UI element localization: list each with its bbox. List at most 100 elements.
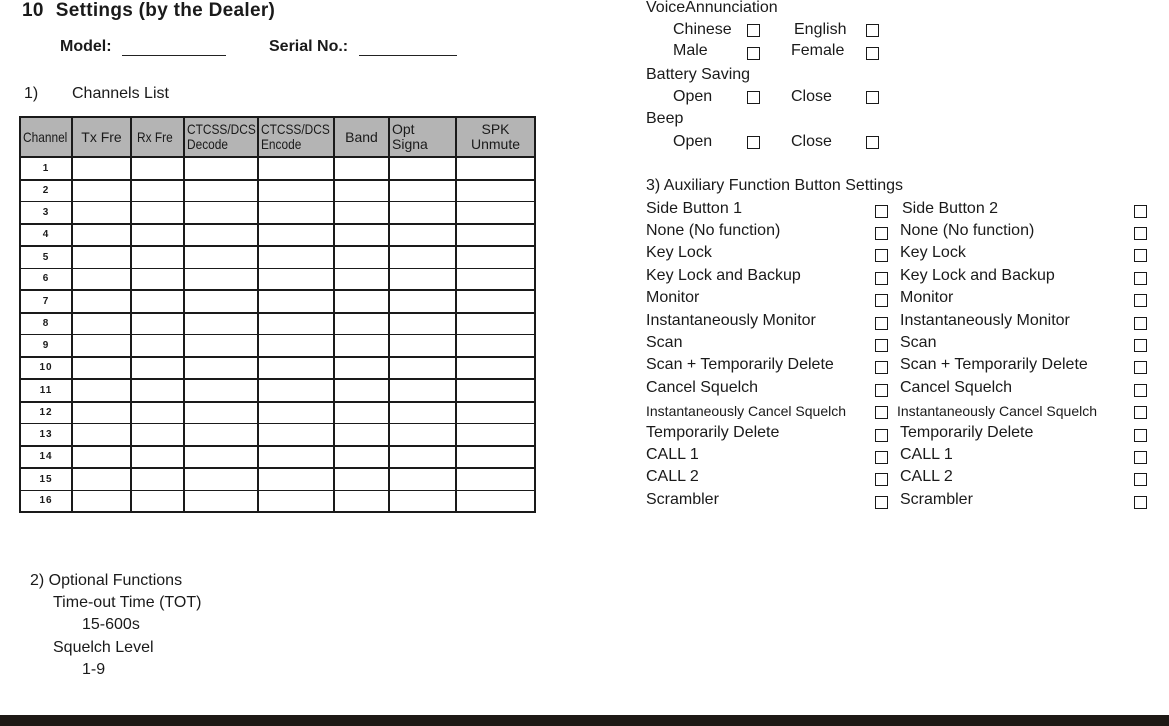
table-cell[interactable] [71,245,132,268]
table-cell[interactable] [183,423,259,446]
table-cell[interactable] [71,400,132,424]
table-cell[interactable] [183,156,259,180]
table-cell[interactable] [130,489,185,513]
side-button-2-checkbox[interactable] [1134,205,1147,218]
side2-function-checkbox[interactable] [1134,451,1147,464]
table-cell[interactable] [257,267,335,290]
table-cell[interactable] [130,400,185,424]
table-cell[interactable] [455,489,536,513]
table-cell[interactable] [130,444,185,468]
table-cell[interactable] [333,334,390,357]
side2-function-checkbox[interactable] [1134,316,1147,330]
side2-function-checkbox[interactable] [1134,428,1147,442]
table-cell[interactable] [388,201,457,224]
table-cell[interactable] [333,423,390,446]
table-cell[interactable] [455,178,536,202]
table-cell[interactable] [455,245,536,268]
table-cell[interactable] [71,156,132,180]
side2-function-checkbox[interactable] [1134,227,1147,240]
table-cell[interactable] [130,201,185,224]
table-cell[interactable] [71,444,132,468]
table-cell[interactable] [455,311,536,335]
table-cell[interactable] [257,201,335,224]
table-cell[interactable] [71,267,132,290]
table-cell[interactable] [333,355,390,379]
table-cell[interactable] [183,355,259,379]
table-cell[interactable] [388,289,457,313]
table-cell[interactable] [455,423,536,446]
table-cell[interactable] [455,222,536,246]
table-cell[interactable] [183,267,259,290]
table-cell[interactable] [183,201,259,224]
battery-open-checkbox[interactable] [747,91,760,104]
table-cell[interactable] [130,267,185,290]
side2-function-checkbox[interactable] [1134,406,1147,420]
side1-function-checkbox[interactable] [875,316,888,330]
table-cell[interactable] [257,400,335,424]
side1-function-checkbox[interactable] [875,361,888,375]
table-cell[interactable] [71,178,132,202]
table-cell[interactable] [388,489,457,513]
side1-function-checkbox[interactable] [875,451,888,464]
table-cell[interactable] [455,201,536,224]
table-cell[interactable] [130,334,185,357]
table-cell[interactable] [71,222,132,246]
table-cell[interactable] [455,400,536,424]
table-cell[interactable] [130,222,185,246]
table-cell[interactable] [333,178,390,202]
battery-close-checkbox[interactable] [866,91,879,104]
table-cell[interactable] [130,311,185,335]
table-cell[interactable] [333,489,390,513]
table-cell[interactable] [257,378,335,402]
side1-function-checkbox[interactable] [875,428,888,442]
side1-function-checkbox[interactable] [875,271,888,285]
table-cell[interactable] [388,222,457,246]
table-cell[interactable] [71,201,132,224]
table-cell[interactable] [183,245,259,268]
table-cell[interactable] [455,156,536,180]
table-cell[interactable] [71,311,132,335]
beep-open-checkbox[interactable] [747,136,760,149]
table-cell[interactable] [388,245,457,268]
table-cell[interactable] [183,289,259,313]
side2-function-checkbox[interactable] [1134,339,1147,352]
table-cell[interactable] [183,489,259,513]
side2-function-checkbox[interactable] [1134,294,1147,308]
side2-function-checkbox[interactable] [1134,361,1147,375]
side1-function-checkbox[interactable] [875,249,888,263]
beep-close-checkbox[interactable] [866,136,879,149]
table-cell[interactable] [333,400,390,424]
side2-function-checkbox[interactable] [1134,383,1147,397]
table-cell[interactable] [130,378,185,402]
side-button-1-checkbox[interactable] [875,205,888,218]
table-cell[interactable] [183,444,259,468]
table-cell[interactable] [71,467,132,490]
male-checkbox[interactable] [747,47,760,60]
side1-function-checkbox[interactable] [875,473,888,487]
table-cell[interactable] [257,423,335,446]
table-cell[interactable] [455,334,536,357]
table-cell[interactable] [257,222,335,246]
table-cell[interactable] [455,289,536,313]
table-cell[interactable] [455,467,536,490]
table-cell[interactable] [71,289,132,313]
table-cell[interactable] [388,334,457,357]
table-cell[interactable] [183,178,259,202]
table-cell[interactable] [183,378,259,402]
side2-function-checkbox[interactable] [1134,249,1147,263]
serial-input-line[interactable] [358,39,457,56]
table-cell[interactable] [71,378,132,402]
table-cell[interactable] [333,289,390,313]
table-cell[interactable] [333,222,390,246]
table-cell[interactable] [257,178,335,202]
table-cell[interactable] [257,444,335,468]
table-cell[interactable] [388,311,457,335]
table-cell[interactable] [130,178,185,202]
side1-function-checkbox[interactable] [875,339,888,352]
table-cell[interactable] [388,156,457,180]
table-cell[interactable] [130,467,185,490]
table-cell[interactable] [257,355,335,379]
table-cell[interactable] [388,267,457,290]
table-cell[interactable] [130,289,185,313]
side1-function-checkbox[interactable] [875,294,888,308]
